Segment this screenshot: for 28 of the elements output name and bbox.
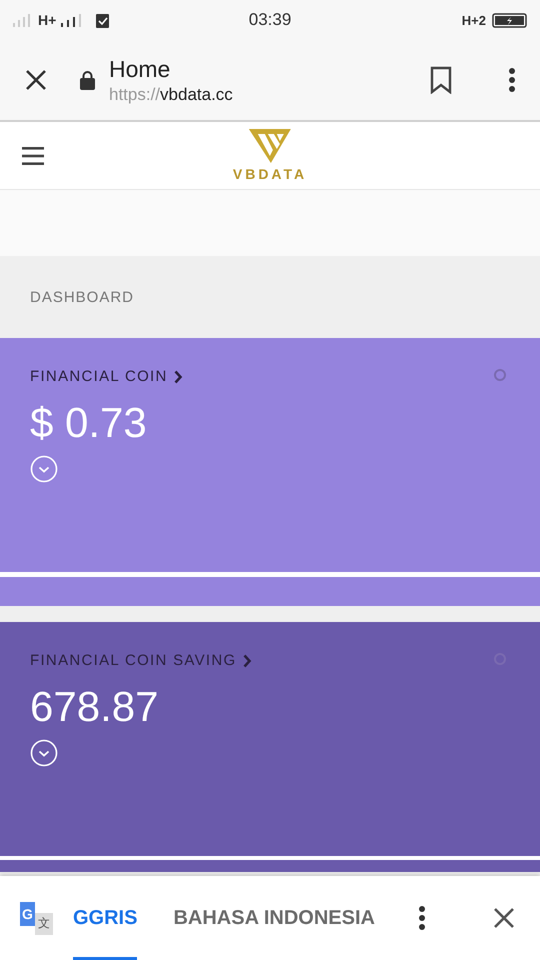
- clock-time: 03:39: [248, 10, 292, 30]
- bookmark-button[interactable]: [430, 66, 452, 94]
- section-heading: DASHBOARD: [30, 288, 134, 306]
- expand-button[interactable]: [30, 739, 58, 767]
- more-icon: [509, 68, 515, 92]
- language-tab[interactable]: GGRIS: [73, 876, 138, 960]
- chevron-right-icon: [174, 370, 183, 384]
- menu-button[interactable]: [22, 146, 44, 164]
- clipboard-check-icon: [96, 12, 110, 28]
- battery-icon: [492, 12, 528, 28]
- status-indicator: [494, 369, 506, 381]
- chevron-right-icon: [242, 654, 252, 668]
- balance-value: $ 0.73: [30, 399, 147, 447]
- page-title: Home: [109, 56, 172, 82]
- card-title-link[interactable]: FINANCIAL COIN SAVING: [30, 652, 252, 669]
- close-icon: [25, 69, 47, 91]
- page-url: https://vbdata.cc: [109, 84, 234, 104]
- logo-icon: [249, 128, 291, 164]
- network-label: H+2: [462, 12, 486, 28]
- language-tab[interactable]: BAHASA INDONESIA: [173, 876, 375, 960]
- close-icon: [493, 907, 515, 929]
- expand-button[interactable]: [30, 455, 58, 483]
- card-title-link[interactable]: FINANCIAL COIN: [30, 368, 183, 385]
- lock-icon: [80, 70, 95, 90]
- balance-value: 678.87: [30, 683, 158, 731]
- logo-text: VBDATA: [232, 166, 308, 182]
- network-label: H+: [38, 12, 56, 28]
- more-icon: [419, 906, 425, 930]
